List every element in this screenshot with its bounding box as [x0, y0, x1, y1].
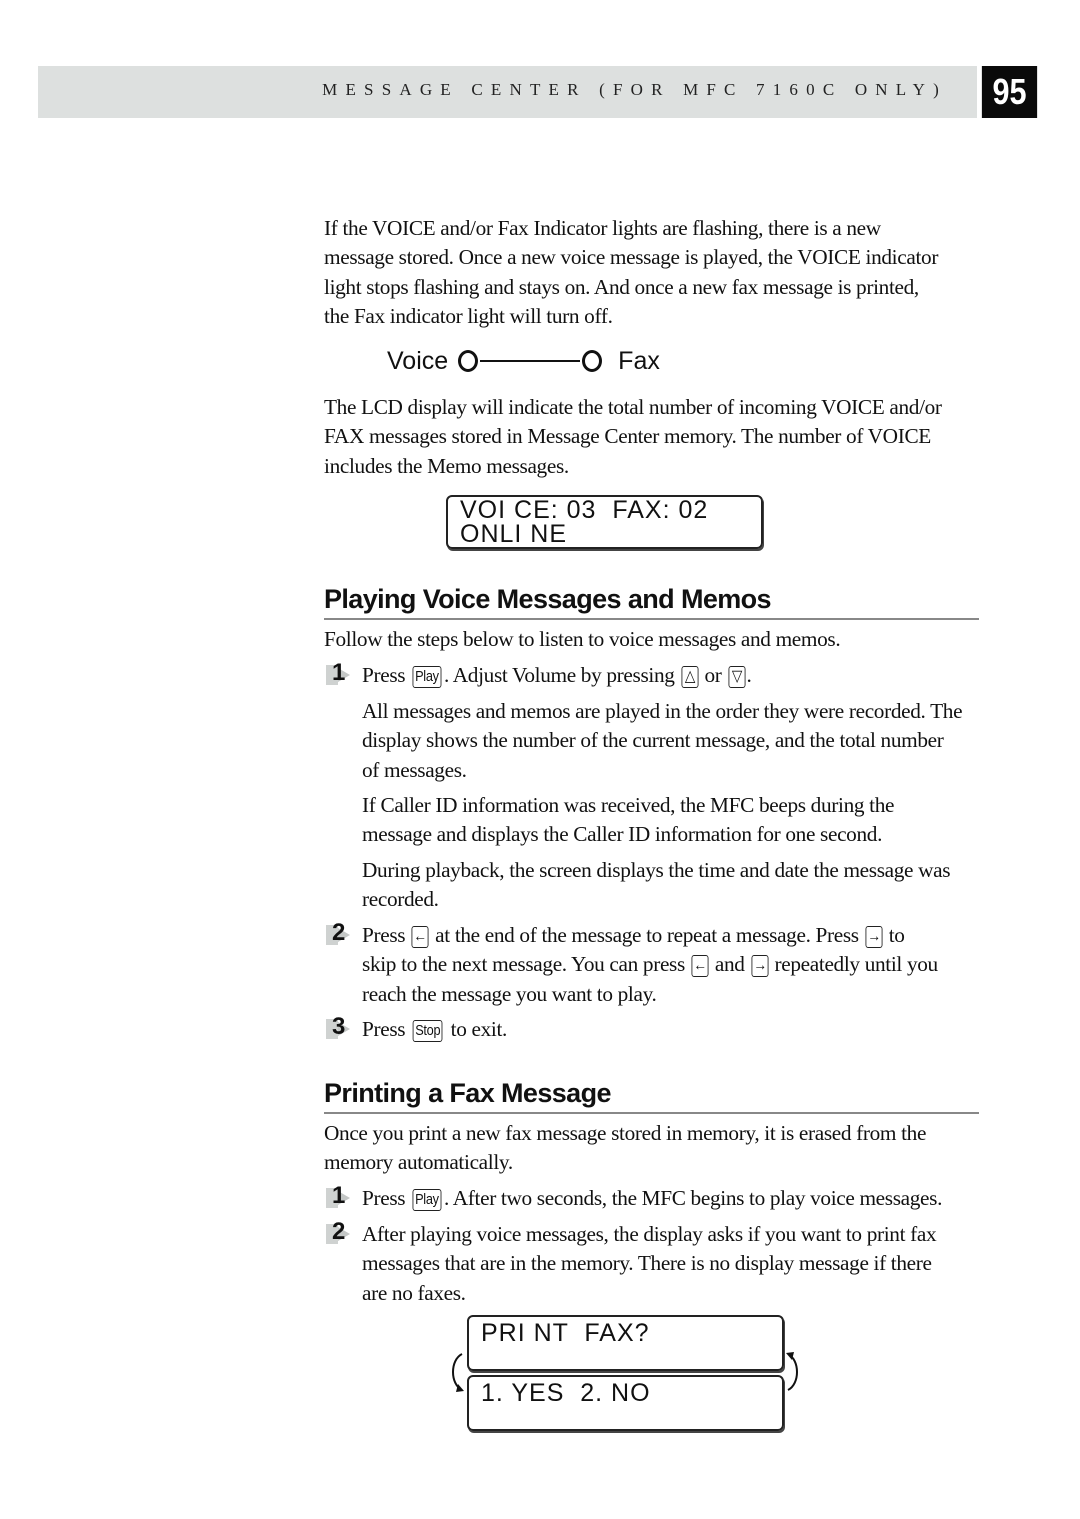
text-line: light stops flashing and stays on. And o…: [324, 274, 919, 299]
step-marker: 1: [324, 659, 356, 687]
text: repeatedly until you: [769, 952, 939, 977]
step-1-note-3: During playback, the screen displays the…: [362, 856, 982, 915]
text-line: message stored. Once a new voice message…: [324, 245, 939, 270]
text-line: Once you print a new fax message stored …: [324, 1121, 927, 1145]
play-key: Play: [412, 1189, 442, 1211]
left-arrow-key-icon: ←: [411, 926, 429, 948]
text-line: recorded.: [362, 887, 439, 912]
cycle-arrow-right-icon: [786, 1352, 798, 1391]
lcd-line-1: VOI CE: 03 FAX: 02: [460, 496, 709, 524]
step-text: Press Play. After two seconds, the MFC b…: [362, 1184, 984, 1213]
text-line: The LCD display will indicate the total …: [324, 395, 942, 419]
text-line: skip to the next message. You can press …: [362, 950, 984, 979]
text-line: After playing voice messages, the displa…: [362, 1222, 937, 1246]
text-line: If Caller ID information was received, t…: [362, 793, 895, 817]
text-line: includes the Memo messages.: [324, 453, 569, 478]
left-arrow-key-icon: ←: [691, 955, 709, 978]
step-text: Press Play. Adjust Volume by pressing △ …: [362, 661, 984, 690]
text-line: reach the message you want to play.: [362, 981, 657, 1006]
text: and: [709, 952, 750, 977]
page-number: 95: [981, 66, 1038, 118]
step-number: 1: [332, 659, 346, 686]
text: to exit.: [445, 1017, 508, 1041]
intro-paragraph: If the VOICE and/or Fax Indicator lights…: [324, 214, 980, 331]
text-line: If the VOICE and/or Fax Indicator lights…: [324, 216, 881, 240]
text-line: All messages and memos are played in the…: [362, 699, 963, 723]
text: Press: [362, 923, 411, 947]
right-arrow-key-icon: →: [865, 926, 883, 948]
step-1-note-2: If Caller ID information was received, t…: [362, 791, 982, 850]
step-text: Press Stop to exit.: [362, 1015, 984, 1044]
cycle-arrow-left-icon: [452, 1353, 464, 1392]
lcd-yes-no-screen: 1. YES 2. NO: [467, 1375, 784, 1431]
stop-key: Stop: [412, 1020, 444, 1042]
playing-step-2: 2 Press ← at the end of the message to r…: [324, 919, 984, 1011]
lcd-print-fax-screen: PRI NT FAX?: [467, 1315, 784, 1371]
text: .: [746, 663, 752, 687]
right-arrow-key-icon: →: [751, 955, 769, 978]
playing-step-3: 3 Press Stop to exit.: [324, 1013, 984, 1045]
fax-indicator-light-icon: [582, 350, 603, 372]
step-number: 2: [332, 1218, 346, 1245]
text-line: Follow the steps below to listen to voic…: [324, 627, 841, 651]
voice-label: Voice: [387, 346, 449, 375]
text-line: of messages.: [362, 757, 467, 782]
voice-fax-indicator-diagram: Voice Fax: [387, 344, 660, 378]
lcd-intro-paragraph: The LCD display will indicate the total …: [324, 393, 980, 481]
step-marker: 2: [324, 919, 356, 947]
fax-label: Fax: [618, 346, 660, 375]
step-number: 2: [332, 919, 346, 946]
text-line: Press ← at the end of the message to rep…: [362, 921, 984, 950]
text-line: memory automatically.: [324, 1150, 513, 1175]
printing-step-1: 1 Press Play. After two seconds, the MFC…: [324, 1182, 984, 1214]
voice-indicator-light-icon: [458, 350, 479, 372]
text-line: the Fax indicator light will turn off.: [324, 303, 613, 328]
section-heading-playing: Playing Voice Messages and Memos: [324, 582, 979, 620]
text: at the end of the message to repeat a me…: [430, 923, 864, 947]
text: or: [699, 663, 727, 687]
text: to: [883, 923, 905, 947]
text: . After two seconds, the MFC begins to p…: [443, 1186, 943, 1210]
step-number: 1: [332, 1182, 346, 1209]
text: Press: [362, 663, 411, 687]
text-line: messages that are in the memory. There i…: [362, 1251, 932, 1276]
step-1-note-1: All messages and memos are played in the…: [362, 697, 982, 785]
play-key: Play: [412, 666, 442, 688]
step-number: 3: [332, 1013, 346, 1040]
step-marker: 2: [324, 1218, 356, 1246]
step-text: Press ← at the end of the message to rep…: [362, 921, 984, 1009]
playing-intro: Follow the steps below to listen to voic…: [324, 625, 980, 654]
lcd-line: 1. YES 2. NO: [481, 1379, 651, 1407]
text: skip to the next message. You can press: [362, 952, 690, 977]
chapter-title: MESSAGE CENTER (FOR MFC 7160C ONLY): [322, 80, 947, 99]
connector-line: [480, 360, 581, 362]
volume-up-key-icon: △: [681, 666, 699, 688]
lcd-line-2: ONLI NE: [460, 520, 568, 548]
text-line: are no faxes.: [362, 1280, 466, 1305]
running-header: MESSAGE CENTER (FOR MFC 7160C ONLY): [38, 66, 977, 118]
lcd-status-display: VOI CE: 03 FAX: 02 ONLI NE: [446, 495, 763, 549]
printing-step-2: 2 After playing voice messages, the disp…: [324, 1218, 984, 1310]
section-heading-printing: Printing a Fax Message: [324, 1076, 979, 1114]
text: . Adjust Volume by pressing: [443, 663, 680, 687]
volume-down-key-icon: ▽: [728, 666, 746, 688]
text-line: FAX messages stored in Message Center me…: [324, 424, 931, 449]
text: Press: [362, 1017, 411, 1041]
step-marker: 1: [324, 1182, 356, 1210]
lcd-line: PRI NT FAX?: [481, 1319, 650, 1347]
text: Press: [362, 1186, 411, 1210]
text-line: During playback, the screen displays the…: [362, 858, 951, 882]
playing-step-1: 1 Press Play. Adjust Volume by pressing …: [324, 659, 984, 691]
text-line: display shows the number of the current …: [362, 728, 944, 753]
step-text: After playing voice messages, the displa…: [362, 1220, 984, 1308]
text-line: message and displays the Caller ID infor…: [362, 822, 883, 847]
step-marker: 3: [324, 1013, 356, 1041]
printing-intro: Once you print a new fax message stored …: [324, 1119, 980, 1178]
